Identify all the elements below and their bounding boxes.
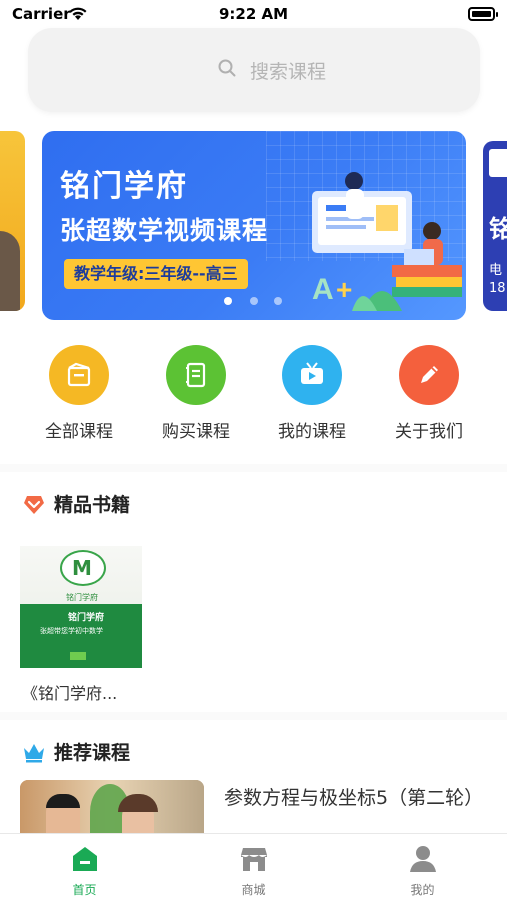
banner-slide[interactable]: 铭门学府 张超数学视频课程 教学年级:三年级--高三 A + — [42, 131, 466, 320]
tab-store-label: 商城 — [241, 883, 266, 897]
book-logo-text: 铭门学府 — [66, 593, 98, 602]
search-bar[interactable]: 搜索课程 — [28, 28, 480, 112]
search-placeholder: 搜索课程 — [250, 61, 327, 83]
tab-profile-label: 我的 — [410, 883, 435, 897]
home-icon — [73, 847, 97, 871]
nav-about-us-label: 关于我们 — [395, 422, 463, 442]
store-icon — [241, 848, 267, 871]
tab-home[interactable]: 首页 — [0, 834, 169, 900]
clock: 9:22 AM — [218, 5, 289, 23]
banner-grade-tag: 教学年级:三年级--高三 — [64, 259, 248, 289]
page-dot-active — [224, 297, 232, 305]
svg-text:A: A — [312, 273, 334, 306]
heart-badge-icon — [24, 496, 44, 514]
crown-icon — [24, 744, 44, 763]
tab-home-label: 首页 — [72, 883, 97, 897]
courses-section-header: 推荐课程 — [22, 738, 222, 768]
book-cover-image: M 铭门学府 铭门学府 张超带您学初中数学 — [20, 546, 142, 668]
courses-section-title: 推荐课程 — [54, 742, 131, 764]
nav-my-courses-label: 我的课程 — [278, 422, 346, 442]
bottom-tab-bar: 首页 商城 我的 — [0, 833, 507, 900]
banner-next-peek[interactable]: 铭 电 18 — [483, 141, 507, 311]
battery-icon — [468, 7, 498, 21]
section-divider — [0, 464, 507, 472]
course-title[interactable]: 参数方程与极坐标5（第二轮） — [224, 784, 483, 812]
books-section-header: 精品书籍 — [22, 490, 222, 520]
teacher-photo — [0, 231, 20, 311]
banner-subtitle: 张超数学视频课程 — [60, 216, 269, 245]
nav-my-courses[interactable]: 我的课程 — [262, 345, 362, 445]
all-courses-icon — [49, 345, 109, 405]
page-dot — [250, 297, 258, 305]
nav-all-courses-label: 全部课程 — [45, 422, 113, 442]
classroom-illustration: A + — [312, 172, 462, 311]
book-logo-letter: M — [72, 556, 92, 580]
status-bar: Carrier 9:22 AM — [0, 0, 507, 30]
tab-profile[interactable]: 我的 — [338, 834, 507, 900]
nav-buy-courses-label: 购买课程 — [162, 422, 230, 442]
search-icon — [218, 59, 236, 77]
book-cover-line: 张超带您学初中数学 — [40, 627, 103, 635]
course-thumbnail[interactable] — [20, 780, 204, 840]
book-cover-decoration — [70, 652, 86, 660]
brand-logo — [489, 149, 507, 177]
nav-about-us[interactable]: 关于我们 — [379, 345, 479, 445]
nav-buy-courses[interactable]: 购买课程 — [146, 345, 246, 445]
next-peek-line1: 电 — [489, 263, 503, 278]
books-section-title: 精品书籍 — [54, 494, 131, 516]
page-dot — [274, 297, 282, 305]
banner-previous-peek[interactable] — [0, 131, 25, 311]
book-title: 《铭门学府... — [22, 684, 118, 703]
svg-text:+: + — [336, 274, 352, 305]
my-courses-icon — [282, 345, 342, 405]
book-cover-brand: 铭门学府 — [68, 613, 105, 623]
tab-store[interactable]: 商城 — [169, 834, 338, 900]
buy-courses-icon — [166, 345, 226, 405]
profile-icon — [410, 846, 436, 872]
nav-all-courses[interactable]: 全部课程 — [29, 345, 129, 445]
banner-title: 铭门学府 — [60, 169, 188, 204]
next-peek-char: 铭 — [489, 215, 507, 243]
section-divider — [0, 712, 507, 720]
about-us-icon — [399, 345, 459, 405]
next-peek-line2: 18 — [489, 281, 506, 296]
